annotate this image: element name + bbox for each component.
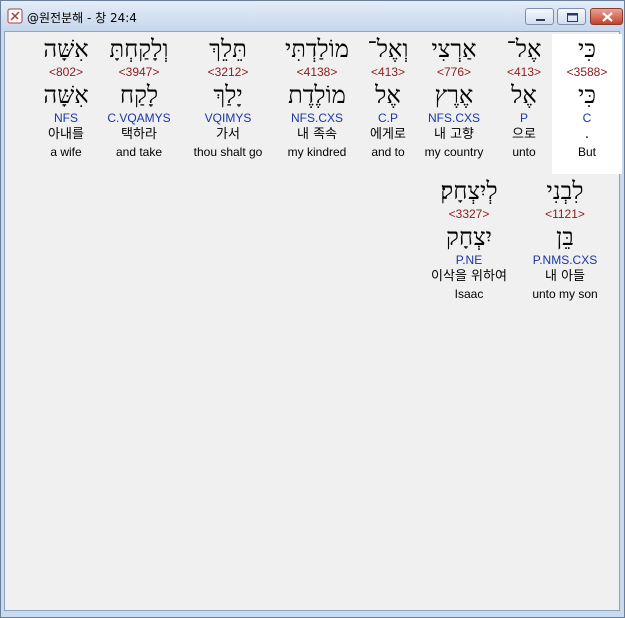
- english-gloss: unto: [512, 145, 536, 159]
- parsing-code: P: [519, 111, 528, 125]
- parsing-code: C: [582, 111, 592, 125]
- maximize-icon: [567, 13, 578, 22]
- strong-number[interactable]: <776>: [419, 64, 489, 80]
- english-gloss: But: [577, 145, 596, 159]
- parsing-code: C.VQAMYS: [107, 111, 171, 125]
- parsing-code: C.P: [377, 111, 398, 125]
- lemma: יִצְחָק: [446, 223, 492, 251]
- parsing-code: P.NE: [455, 253, 483, 267]
- app-icon: [7, 8, 23, 24]
- strong-number[interactable]: <802>: [31, 64, 101, 80]
- english-gloss: my kindred: [287, 145, 347, 159]
- lemma: אִשָּׁה: [43, 81, 89, 109]
- title-bar[interactable]: @원전분해 - 창 24:4: [1, 1, 624, 31]
- korean-gloss: 이삭을 위하여: [431, 269, 507, 284]
- close-icon: [602, 12, 613, 22]
- word-cell[interactable]: אֶל־ <413> אֶל P 으로 unto: [489, 34, 559, 160]
- english-gloss: a wife: [50, 145, 82, 159]
- hebrew-word: אֶל־: [506, 35, 542, 63]
- window-title: @원전분해 - 창 24:4: [27, 11, 137, 25]
- strong-number[interactable]: <1121>: [525, 206, 605, 222]
- parsing-code: VQIMYS: [204, 111, 252, 125]
- strong-number[interactable]: <413>: [353, 64, 423, 80]
- word-cell[interactable]: אִשָּׁה <802> אִשָּׁה NFS 아내를 a wife: [31, 34, 101, 160]
- hebrew-word: אַרְצִי: [431, 35, 477, 63]
- lemma: לָקַח: [119, 81, 159, 109]
- english-gloss: my country: [424, 145, 484, 159]
- strong-number[interactable]: <3588>: [552, 64, 622, 80]
- word-cell[interactable]: וְלָקַחְתָּ <3947> לָקַח C.VQAMYS 택하라 an…: [101, 34, 177, 160]
- korean-gloss: 으로: [512, 127, 536, 142]
- word-cell[interactable]: תֵּלֵךְ <3212> יָלַךְ VQIMYS 가서 thou sha…: [187, 34, 269, 160]
- word-cell[interactable]: אַרְצִי <776> אֶרֶץ NFS.CXS 내 고향 my coun…: [419, 34, 489, 160]
- word-cell[interactable]: לְיִצְחָק׃ <3327> יִצְחָק P.NE 이삭을 위하여 I…: [415, 176, 523, 302]
- korean-gloss: 내 고향: [433, 127, 474, 142]
- lemma: כִּי: [577, 81, 597, 109]
- interlinear-panel: כִּי <3588> כִּי C . But אֶל־ <413> אֶל …: [4, 31, 622, 611]
- hebrew-word: לִבְנִי: [546, 177, 584, 205]
- lemma: יָלַךְ: [213, 81, 243, 109]
- english-gloss: thou shalt go: [193, 145, 263, 159]
- hebrew-word: תֵּלֵךְ: [209, 35, 247, 63]
- strong-number[interactable]: <3947>: [101, 64, 177, 80]
- strong-number[interactable]: <413>: [489, 64, 559, 80]
- korean-gloss: 내 아들: [544, 269, 585, 284]
- parsing-code: NFS: [54, 111, 78, 125]
- hebrew-word: וְלָקַחְתָּ: [109, 35, 169, 63]
- word-cell[interactable]: וְאֶל־ <413> אֶל C.P 에게로 and to: [353, 34, 423, 160]
- english-gloss: and take: [115, 145, 163, 159]
- korean-gloss: 내 족속: [296, 127, 337, 142]
- maximize-button[interactable]: [557, 8, 586, 25]
- korean-gloss: .: [584, 127, 590, 142]
- parsing-code: NFS.CXS: [427, 111, 480, 125]
- lemma: מוֹלֶדֶת: [288, 81, 346, 109]
- lemma: אֶל: [375, 81, 401, 109]
- hebrew-word: כִּי: [577, 35, 597, 63]
- lemma: אֶל: [511, 81, 537, 109]
- hebrew-word: וְאֶל־: [367, 35, 409, 63]
- strong-number[interactable]: <3212>: [187, 64, 269, 80]
- parsing-code: P.NMS.CXS: [532, 253, 598, 267]
- lemma: בֵּן: [556, 223, 574, 251]
- strong-number[interactable]: <4138>: [277, 64, 357, 80]
- word-cell[interactable]: כִּי <3588> כִּי C . But: [552, 34, 622, 174]
- close-button[interactable]: [590, 8, 623, 25]
- word-cell[interactable]: מוֹלַדְתִּי <4138> מוֹלֶדֶת NFS.CXS 내 족속…: [277, 34, 357, 160]
- korean-gloss: 아내를: [48, 127, 84, 142]
- hebrew-word: לְיִצְחָק׃: [440, 177, 498, 205]
- english-gloss: and to: [371, 145, 405, 159]
- english-gloss: Isaac: [454, 287, 484, 301]
- english-gloss: unto my son: [532, 287, 598, 301]
- korean-gloss: 에게로: [370, 127, 406, 142]
- lemma: אֶרֶץ: [434, 81, 474, 109]
- hebrew-word: מוֹלַדְתִּי: [284, 35, 350, 63]
- parsing-code: NFS.CXS: [290, 111, 343, 125]
- hebrew-word: אִשָּׁה: [43, 35, 89, 63]
- word-cell[interactable]: לִבְנִי <1121> בֵּן P.NMS.CXS 내 아들 unto …: [525, 176, 605, 302]
- minimize-icon: [536, 19, 545, 21]
- app-window: @원전분해 - 창 24:4 כִּי <3588> כִּי C . But …: [0, 0, 625, 618]
- strong-number[interactable]: <3327>: [415, 206, 523, 222]
- minimize-button[interactable]: [525, 8, 554, 25]
- korean-gloss: 가서: [216, 127, 240, 142]
- korean-gloss: 택하라: [121, 127, 157, 142]
